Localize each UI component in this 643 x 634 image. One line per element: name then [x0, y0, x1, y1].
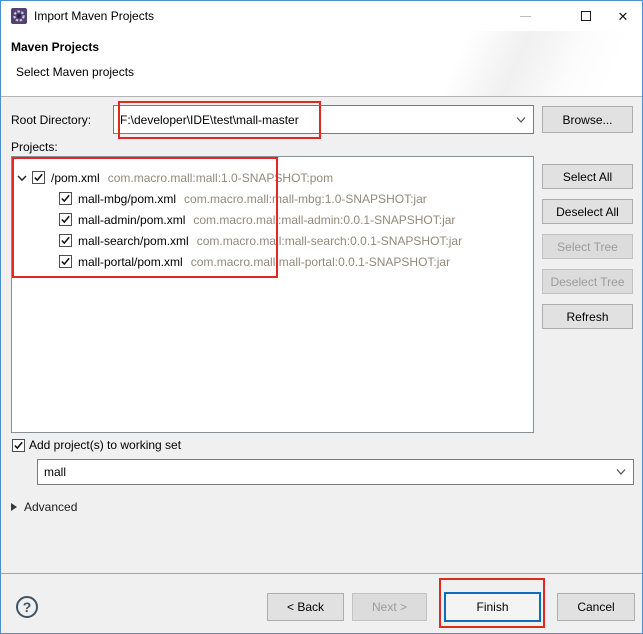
- tree-row-artifact: com.macro.mall:mall-search:0.0.1-SNAPSHO…: [197, 234, 462, 248]
- working-set-combo[interactable]: mall: [37, 459, 634, 485]
- tree-row-artifact: com.macro.mall:mall-mbg:1.0-SNAPSHOT:jar: [184, 192, 427, 206]
- tree-row-mall-portal[interactable]: mall-portal/pom.xml com.macro.mall:mall-…: [59, 251, 450, 272]
- working-set-value: mall: [44, 465, 66, 479]
- checkbox-checked-icon[interactable]: [59, 213, 72, 226]
- wizard-title: Maven Projects: [11, 40, 99, 54]
- window-title: Import Maven Projects: [34, 1, 154, 31]
- cancel-button[interactable]: Cancel: [557, 593, 635, 621]
- banner-gradient: [302, 31, 642, 96]
- working-set-row: Add project(s) to working set: [12, 438, 181, 452]
- browse-button[interactable]: Browse...: [542, 106, 633, 133]
- working-set-label: Add project(s) to working set: [29, 438, 181, 452]
- deselect-all-button[interactable]: Deselect All: [542, 199, 633, 224]
- advanced-label: Advanced: [24, 500, 77, 514]
- select-all-button[interactable]: Select All: [542, 164, 633, 189]
- tree-row-artifact: com.macro.mall:mall-admin:0.0.1-SNAPSHOT…: [193, 213, 455, 227]
- tree-row-file: mall-mbg/pom.xml: [78, 192, 176, 206]
- maximize-button[interactable]: [567, 1, 605, 31]
- tree-row-artifact: com.macro.mall:mall:1.0-SNAPSHOT:pom: [108, 171, 333, 185]
- projects-label: Projects:: [11, 140, 58, 154]
- minimize-button[interactable]: [506, 1, 544, 31]
- next-button[interactable]: Next >: [352, 593, 427, 621]
- chevron-down-icon[interactable]: [616, 468, 626, 476]
- root-directory-label: Root Directory:: [11, 113, 91, 127]
- help-icon: ?: [23, 599, 32, 615]
- help-button[interactable]: ?: [16, 596, 38, 618]
- tree-row-pom[interactable]: /pom.xml com.macro.mall:mall:1.0-SNAPSHO…: [17, 167, 333, 188]
- select-tree-button[interactable]: Select Tree: [542, 234, 633, 259]
- working-set-checkbox[interactable]: [12, 439, 25, 452]
- minimize-icon: [520, 16, 531, 17]
- tree-row-file: mall-search/pom.xml: [78, 234, 189, 248]
- expander-down-icon[interactable]: [17, 173, 27, 183]
- close-icon: ✕: [618, 10, 629, 23]
- import-maven-projects-dialog: Import Maven Projects ✕ Maven Projects S…: [0, 0, 643, 634]
- tree-row-artifact: com.macro.mall:mall-portal:0.0.1-SNAPSHO…: [191, 255, 450, 269]
- back-button[interactable]: < Back: [267, 593, 344, 621]
- maven-import-icon: [11, 8, 27, 24]
- checkbox-checked-icon[interactable]: [59, 192, 72, 205]
- close-button[interactable]: ✕: [604, 1, 642, 31]
- tree-row-mall-mbg[interactable]: mall-mbg/pom.xml com.macro.mall:mall-mbg…: [59, 188, 427, 209]
- checkbox-checked-icon[interactable]: [59, 234, 72, 247]
- title-bar: Import Maven Projects ✕: [1, 1, 642, 31]
- finish-button[interactable]: Finish: [444, 592, 541, 622]
- advanced-expander[interactable]: Advanced: [11, 500, 77, 514]
- wizard-subtitle: Select Maven projects: [16, 65, 134, 79]
- chevron-down-icon[interactable]: [516, 116, 526, 124]
- refresh-button[interactable]: Refresh: [542, 304, 633, 329]
- tree-row-file: mall-portal/pom.xml: [78, 255, 183, 269]
- checkbox-checked-icon[interactable]: [32, 171, 45, 184]
- footer-separator: [1, 573, 642, 574]
- wizard-banner: Maven Projects Select Maven projects: [1, 31, 642, 96]
- maximize-icon: [581, 11, 591, 21]
- tree-row-mall-admin[interactable]: mall-admin/pom.xml com.macro.mall:mall-a…: [59, 209, 455, 230]
- tree-row-file: /pom.xml: [51, 171, 100, 185]
- expander-right-icon: [11, 503, 17, 511]
- deselect-tree-button[interactable]: Deselect Tree: [542, 269, 633, 294]
- root-directory-combo[interactable]: F:\developer\IDE\test\mall-master: [113, 105, 534, 134]
- tree-row-file: mall-admin/pom.xml: [78, 213, 185, 227]
- projects-tree[interactable]: /pom.xml com.macro.mall:mall:1.0-SNAPSHO…: [11, 156, 534, 433]
- checkbox-checked-icon[interactable]: [59, 255, 72, 268]
- banner-separator: [1, 96, 642, 97]
- tree-row-mall-search[interactable]: mall-search/pom.xml com.macro.mall:mall-…: [59, 230, 462, 251]
- root-directory-value: F:\developer\IDE\test\mall-master: [120, 113, 299, 127]
